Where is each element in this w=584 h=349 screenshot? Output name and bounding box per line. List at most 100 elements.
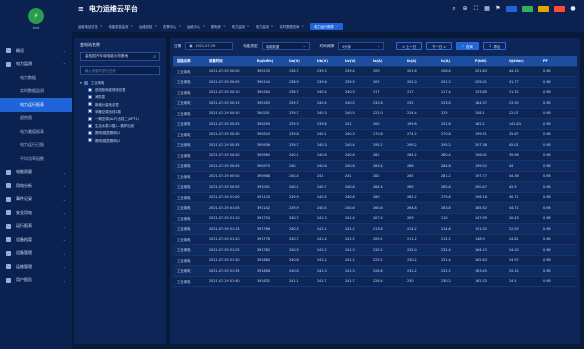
table-row[interactable]: 工业用电 2021-07-29 00:15 390183 239.7 240.4 240.… bbox=[173, 98, 577, 109]
station-selector[interactable]: 金桂园汽车城电能示范基地 ⌕ bbox=[80, 52, 160, 61]
table-row[interactable]: 工业用电 2021-07-29 00:35 390936 239.7 240.3 240.… bbox=[173, 140, 577, 151]
table-row[interactable]: 工业用电 2021-07-29 01:05 391142 239.9 240.5 240.… bbox=[173, 203, 577, 214]
tree-node[interactable]: 消防泵 bbox=[74, 93, 166, 100]
tab-6[interactable]: 电力监测 × bbox=[232, 24, 250, 29]
table-row[interactable]: 工业用电 2021-07-29 01:15 391766 240.5 241.2 241.… bbox=[173, 224, 577, 235]
checkbox[interactable] bbox=[88, 130, 92, 135]
sidebar-subitem-0[interactable]: 电力数据 bbox=[0, 71, 72, 85]
column-header[interactable]: 采集时间 bbox=[205, 58, 253, 63]
column-header[interactable]: Ua(V) bbox=[285, 59, 313, 63]
type-select[interactable]: 电能数据 ⌄ bbox=[261, 42, 310, 50]
sidebar-item-6[interactable]: 运行报表 ⌄ bbox=[0, 220, 72, 234]
sidebar-subitem-6[interactable]: 平均功率因数 bbox=[0, 152, 72, 166]
column-header[interactable]: 回路名称 bbox=[173, 58, 205, 63]
table-row[interactable]: 工业用电 2021-07-29 01:40 391832 241.1 241.7 241.… bbox=[173, 277, 577, 287]
sidebar-item-8[interactable]: 设备管理 ⌄ bbox=[0, 247, 72, 261]
table-row[interactable]: 工业用电 2021-07-29 01:20 391778 240.7 241.4 241.… bbox=[173, 235, 577, 245]
table-row[interactable]: 工业用电 2021-07-29 00:55 391051 240.1 240.7 240.… bbox=[173, 182, 577, 193]
badge-1[interactable] bbox=[506, 6, 517, 12]
checkbox[interactable] bbox=[88, 94, 92, 99]
tree-node[interactable]: 一期空调(ALP)出线二(APT1) bbox=[74, 115, 166, 122]
tab-5[interactable]: 配电房 × bbox=[211, 24, 226, 29]
tree-node[interactable]: 照明(楼层照明)2 bbox=[74, 137, 166, 144]
close-icon[interactable]: × bbox=[130, 24, 133, 28]
column-header[interactable]: Q(kVar) bbox=[505, 59, 539, 63]
sidebar-item-5[interactable]: 安全用电 ⌄ bbox=[0, 206, 72, 220]
column-header[interactable]: Ia(A) bbox=[369, 59, 403, 63]
table-row[interactable]: 工业用电 2021-07-29 01:25 391782 240.5 241.2 241.… bbox=[173, 245, 577, 256]
checkbox[interactable] bbox=[88, 116, 92, 121]
checkbox[interactable] bbox=[88, 102, 92, 107]
tree-node[interactable]: ▾ 工业用电 bbox=[74, 79, 166, 86]
close-icon[interactable]: × bbox=[202, 24, 205, 28]
tab-2[interactable]: 运维巡检 × bbox=[139, 24, 157, 29]
close-icon[interactable]: × bbox=[154, 24, 157, 28]
sidebar-item-3[interactable]: 用电分析 ⌄ bbox=[0, 179, 72, 193]
column-header[interactable]: Ub(V) bbox=[313, 59, 341, 63]
close-icon[interactable]: × bbox=[247, 24, 250, 28]
tree-search-input[interactable]: 输入关键字进行过滤 bbox=[80, 66, 160, 75]
tab-8[interactable]: 实时数据查询 × bbox=[280, 24, 305, 29]
tab-7[interactable]: 电力监测 × bbox=[256, 24, 274, 29]
tree-node[interactable]: 生活水泵(1路)---锅炉出线 bbox=[74, 122, 166, 129]
zoom-icon[interactable]: ⊕ bbox=[462, 6, 468, 12]
table-row[interactable]: 工业用电 2021-07-29 00:50 390988 240.4 241 241 282… bbox=[173, 172, 577, 182]
close-icon[interactable]: × bbox=[178, 24, 181, 28]
table-row[interactable]: 工业用电 2021-07-29 01:30 391880 240.8 241.2 241.… bbox=[173, 256, 577, 266]
sidebar-item-9[interactable]: 运维管理 ⌄ bbox=[0, 260, 72, 274]
sidebar-item-1[interactable]: 电力监测 ⌃ bbox=[0, 58, 72, 72]
sidebar-subitem-5[interactable]: 电力运行日报 bbox=[0, 139, 72, 153]
sidebar-item-10[interactable]: 用户报告 ⌄ bbox=[0, 274, 72, 288]
checkbox[interactable] bbox=[88, 123, 92, 128]
next-day-button[interactable]: 下一日 > bbox=[426, 42, 453, 50]
table-row[interactable]: 工业用电 2021-07-29 00:10 390164 238.7 240.4 240.… bbox=[173, 88, 577, 98]
sidebar-subitem-4[interactable]: 电力最值报表 bbox=[0, 125, 72, 139]
sidebar-item-4[interactable]: 事件记录 ⌄ bbox=[0, 193, 72, 207]
tree-node[interactable]: 新增计量柜总表 bbox=[74, 101, 166, 108]
tab-0[interactable]: 运维电站总览 × bbox=[78, 24, 103, 29]
checkbox[interactable] bbox=[88, 138, 92, 143]
checkbox[interactable] bbox=[88, 109, 92, 114]
tree-node[interactable]: 采暖空调出线1路 bbox=[74, 108, 166, 115]
sidebar-subitem-1[interactable]: 实时数据监测 bbox=[0, 85, 72, 99]
badge-2[interactable] bbox=[522, 6, 533, 12]
tab-3[interactable]: 告警中心 × bbox=[163, 24, 181, 29]
table-row[interactable]: 工业用电 2021-07-29 00:25 390209 239.3 239.8 241 2… bbox=[173, 119, 577, 130]
table-row[interactable]: 工业用电 2021-07-29 01:00 391120 239.9 240.5 240.… bbox=[173, 193, 577, 203]
badge-3[interactable] bbox=[538, 6, 549, 12]
table-row[interactable]: 工业用电 2021-07-29 00:30 390920 239.8 240.1 240.… bbox=[173, 130, 577, 140]
tab-4[interactable]: 运维中心 × bbox=[187, 24, 205, 29]
sidebar-item-7[interactable]: 设备档案 ⌄ bbox=[0, 233, 72, 247]
prev-day-button[interactable]: < 上一日 bbox=[395, 42, 423, 50]
grid-icon[interactable]: ▦ bbox=[484, 6, 490, 12]
tree-node[interactable]: 照明(楼层照明)1 bbox=[74, 129, 166, 136]
column-header[interactable]: Uc(V) bbox=[341, 59, 369, 63]
sidebar-subitem-3[interactable]: 趋势图 bbox=[0, 112, 72, 126]
sidebar-item-2[interactable]: 电能质量 ⌄ bbox=[0, 166, 72, 180]
caret-down-icon[interactable]: ▾ bbox=[80, 81, 82, 85]
export-button[interactable]: ⇩ 导出 bbox=[482, 42, 507, 50]
sidebar-item-0[interactable]: 概况 ⌄ bbox=[0, 44, 72, 58]
close-icon[interactable]: × bbox=[223, 24, 226, 28]
tab-1[interactable]: 电能质量监测 × bbox=[109, 24, 134, 29]
query-button[interactable]: ⌕ 查询 bbox=[456, 42, 479, 50]
sidebar-subitem-2[interactable]: 电力运行报表 bbox=[0, 98, 72, 112]
search-icon[interactable]: ⌕ bbox=[153, 54, 156, 60]
column-header[interactable]: P(kW) bbox=[471, 59, 505, 63]
table-row[interactable]: 工业用电 2021-07-29 01:35 391858 240.8 241.3 241.… bbox=[173, 266, 577, 277]
table-row[interactable]: 工业用电 2021-07-29 00:45 390970 240 240.8 240.6 2… bbox=[173, 161, 577, 172]
search-icon[interactable]: ⌕ bbox=[451, 6, 457, 12]
date-picker[interactable]: ▣ 2021-07-29 bbox=[185, 42, 234, 50]
column-header[interactable]: Ic(A) bbox=[437, 59, 471, 63]
tree-node[interactable]: 进线柜电缆馈线总表 bbox=[74, 86, 166, 93]
close-icon[interactable]: × bbox=[301, 24, 304, 28]
table-row[interactable]: 工业用电 2021-07-29 01:10 391754 240.7 241.3 241.… bbox=[173, 214, 577, 224]
checkbox[interactable] bbox=[88, 87, 92, 92]
checkbox[interactable] bbox=[83, 80, 88, 85]
user-icon[interactable]: ● bbox=[570, 6, 576, 12]
badge-4[interactable] bbox=[554, 6, 565, 12]
table-row[interactable]: 工业用电 2021-07-29 00:20 390201 239.7 240.3 240.… bbox=[173, 109, 577, 119]
close-icon[interactable]: × bbox=[271, 24, 274, 28]
fullscreen-icon[interactable]: ⛶ bbox=[473, 6, 479, 12]
alert-icon[interactable]: ⚑ bbox=[495, 6, 501, 12]
